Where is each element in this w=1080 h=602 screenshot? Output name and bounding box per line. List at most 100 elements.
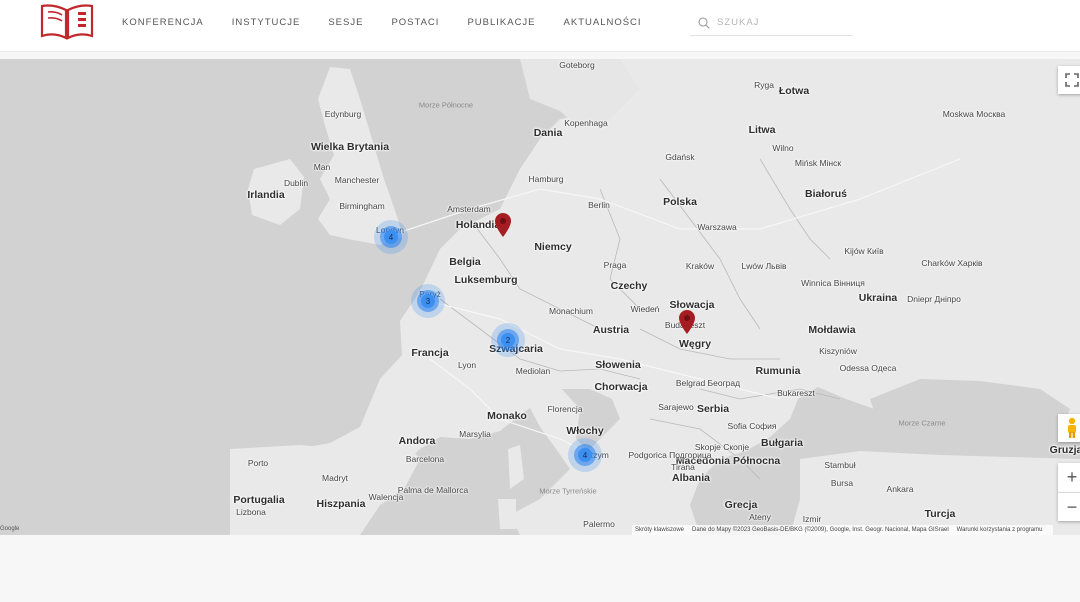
city-label: Berlin <box>588 200 610 210</box>
city-label: Kiszyniów <box>819 346 857 356</box>
city-label: Wiedeń <box>630 304 660 314</box>
cluster-count: 4 <box>578 448 592 462</box>
city-label: Palma de Mallorca <box>397 485 469 495</box>
city-label: Bukareszt <box>777 388 815 398</box>
sea-label: Morze Tyrreńskie <box>539 486 597 496</box>
google-label: Google <box>0 526 20 532</box>
city-label: Skopje Скопје <box>694 442 750 452</box>
site-header: KONFERENCJA INSTYTUCJE SESJE POSTACI PUB… <box>0 0 1080 52</box>
city-label: Charków Харків <box>921 258 983 268</box>
main-nav: KONFERENCJA INSTYTUCJE SESJE POSTACI PUB… <box>122 0 670 44</box>
book-logo-icon[interactable] <box>38 2 96 42</box>
city-label: Ankara <box>886 484 914 494</box>
country-label: Luksemburg <box>454 274 518 286</box>
cluster-marker[interactable]: 4 <box>568 438 602 472</box>
city-label: Florencja <box>547 404 583 414</box>
zoom-in-button[interactable]: + <box>1058 463 1080 493</box>
terms-link[interactable]: Warunki korzystania z programu <box>957 527 1043 533</box>
country-label: Włochy <box>566 425 604 437</box>
country-label: Mołdawia <box>808 324 856 336</box>
cluster-marker[interactable]: 2 <box>491 323 525 357</box>
keyboard-shortcuts-link[interactable]: Skróty klawiszowe <box>635 527 684 533</box>
country-label: Ukraina <box>858 292 898 304</box>
country-label: Monako <box>487 410 527 422</box>
sea-label: Morze Północne <box>418 100 474 110</box>
city-label: Lwów Львів <box>741 261 787 271</box>
nav-publikacje[interactable]: PUBLIKACJE <box>467 17 535 28</box>
city-label: Kopenhaga <box>564 118 608 128</box>
country-label: Gruzja <box>1049 444 1080 456</box>
cluster-ring: 4 <box>380 226 402 248</box>
fullscreen-button[interactable] <box>1058 66 1080 94</box>
map-pin-icon[interactable] <box>679 310 695 334</box>
country-label: Belgia <box>449 256 481 268</box>
cluster-count: 3 <box>421 294 435 308</box>
country-label: Niemcy <box>534 241 572 253</box>
cluster-marker[interactable]: 3 <box>411 284 445 318</box>
fullscreen-icon <box>1065 73 1079 87</box>
street-view-button[interactable] <box>1058 414 1080 442</box>
zoom-out-button[interactable]: − <box>1058 493 1080 521</box>
sea-label: Morze Czarne <box>898 418 946 428</box>
city-label: Lizbona <box>236 507 266 517</box>
city-label: Odessa Одеса <box>839 363 897 373</box>
country-label: Wielka Brytania <box>310 141 390 153</box>
nav-sesje[interactable]: SESJE <box>328 17 363 28</box>
pegman-icon <box>1068 417 1076 438</box>
country-label: Hiszpania <box>316 498 366 510</box>
city-label: Monachium <box>549 306 593 316</box>
search-input[interactable] <box>717 17 837 28</box>
city-label: Porto <box>247 458 269 468</box>
country-label: Francja <box>411 347 449 359</box>
country-label: Polska <box>663 196 697 208</box>
country-label: Albania <box>672 472 710 484</box>
country-label: Grecja <box>724 499 758 511</box>
city-label: Wilno <box>772 143 794 153</box>
city-label: Warszawa <box>697 222 737 232</box>
nav-instytucje[interactable]: INSTYTUCJE <box>232 17 301 28</box>
city-label: Winnica Вінниця <box>801 278 865 288</box>
map-data-text: Dane do Mapy ©2023 GeoBasis-DE/BKG (©200… <box>692 527 949 533</box>
cluster-ring: 2 <box>497 329 519 351</box>
city-label: Stambuł <box>824 460 856 470</box>
city-label: Madryt <box>322 473 348 483</box>
city-label: Moskwa Москва <box>942 109 1006 119</box>
plus-icon: + <box>1066 467 1078 487</box>
city-label: Hamburg <box>528 174 564 184</box>
cluster-ring: 3 <box>417 290 439 312</box>
city-label: Lyon <box>457 360 477 370</box>
city-label: Dublin <box>283 178 309 188</box>
city-label: Palermo <box>583 519 615 529</box>
city-label: Tirana <box>671 462 695 472</box>
page-footer-area <box>0 535 1080 602</box>
country-label: Turcja <box>924 508 956 520</box>
country-label: Dania <box>533 127 563 139</box>
cluster-marker[interactable]: 4 <box>374 220 408 254</box>
nav-postaci[interactable]: POSTACI <box>391 17 439 28</box>
city-label: Birmingham <box>339 201 385 211</box>
city-label: Sofia София <box>727 421 777 431</box>
map-attribution: Skróty klawiszowe Dane do Mapy ©2023 Geo… <box>632 525 1054 535</box>
city-label: Manchester <box>334 175 380 185</box>
city-label: Belgrad Београд <box>675 378 741 388</box>
search-icon <box>698 16 710 29</box>
country-label: Łotwa <box>778 85 810 97</box>
city-label: Izmir <box>802 514 822 524</box>
city-label: Goteborg <box>559 60 595 70</box>
map-pin-icon[interactable] <box>495 213 511 237</box>
nav-aktualnosci[interactable]: AKTUALNOŚCI <box>564 17 642 28</box>
cluster-count: 4 <box>384 230 398 244</box>
city-label: Praga <box>603 260 627 270</box>
nav-konferencja[interactable]: KONFERENCJA <box>122 17 204 28</box>
country-label: Portugalia <box>233 494 285 506</box>
country-label: Holandia <box>455 219 501 231</box>
city-label: Kraków <box>685 261 715 271</box>
search-box <box>690 10 853 36</box>
city-label: Dniepr Дніпро <box>907 294 961 304</box>
country-label: Białoruś <box>804 188 848 200</box>
cluster-count: 2 <box>501 333 515 347</box>
country-label: Andora <box>398 435 436 447</box>
map-canvas[interactable]: Morze Północne Morze Czarne Morze Tyrreń… <box>0 59 1080 535</box>
country-label: Irlandia <box>247 189 285 201</box>
city-label: Barcelona <box>405 454 445 464</box>
